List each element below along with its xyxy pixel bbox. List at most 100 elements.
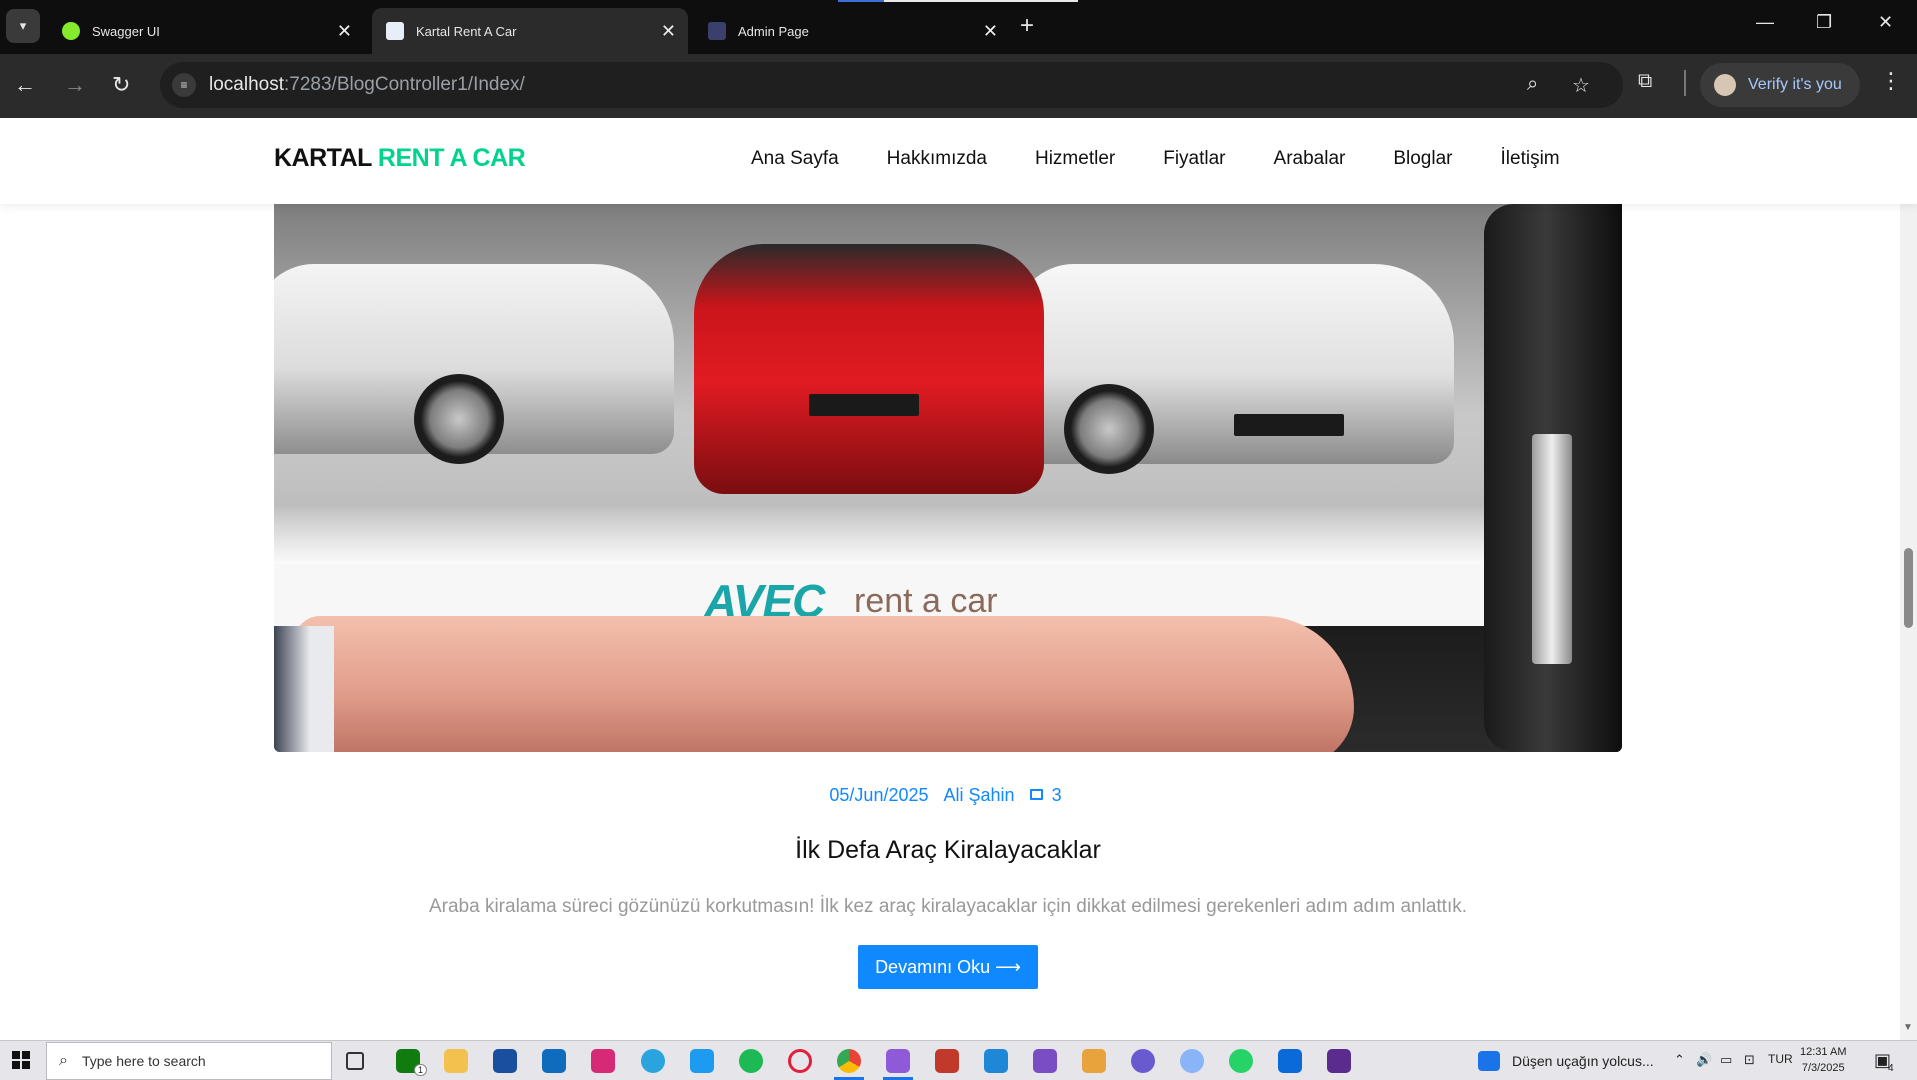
- site-info-icon[interactable]: ≡: [172, 73, 196, 97]
- xbox-badge: 1: [414, 1064, 428, 1076]
- browser-menu-kebab-icon[interactable]: ⋮: [1880, 68, 1902, 94]
- taskbar-search-box[interactable]: ⌕ Type here to search: [46, 1042, 332, 1080]
- visual-studio-2-icon[interactable]: [1033, 1049, 1057, 1073]
- blog-hero-image[interactable]: AVEC rent a car: [274, 204, 1622, 752]
- browser-tab-bar: ▾ Swagger UI ✕ Kartal Rent A Car ✕ Admin…: [0, 0, 1917, 54]
- taskbar-clock[interactable]: 12:31 AM 7/3/2025: [1800, 1044, 1846, 1076]
- admin-favicon-icon: [708, 22, 726, 40]
- white-sedan-left: [274, 264, 674, 464]
- tab-title: Kartal Rent A Car: [416, 23, 517, 39]
- spotify-icon[interactable]: [739, 1049, 763, 1073]
- restore-icon[interactable]: ❐: [1816, 12, 1832, 33]
- news-widget[interactable]: Düşen uçağın yolcus...: [1478, 1051, 1654, 1071]
- file-explorer-icon[interactable]: [444, 1049, 468, 1073]
- page-favicon-icon: [386, 22, 404, 40]
- post-author[interactable]: Ali Şahin: [944, 785, 1015, 805]
- twitter-icon[interactable]: [690, 1049, 714, 1073]
- new-tab-plus-icon[interactable]: +: [1020, 12, 1034, 40]
- windows-taskbar: ⌕ Type here to search 1 Düşen uçağın yol…: [0, 1040, 1917, 1080]
- nav-iletisim[interactable]: İletişim: [1501, 148, 1560, 170]
- language-indicator[interactable]: TUR: [1768, 1052, 1793, 1066]
- chrome-icon[interactable]: [837, 1049, 861, 1073]
- window-close-icon[interactable]: ✕: [1878, 12, 1893, 33]
- tab-admin-page[interactable]: Admin Page ✕: [694, 8, 1010, 54]
- scroll-down-arrow-icon[interactable]: ▼: [1903, 1022, 1913, 1033]
- post-meta: 05/Jun/2025 Ali Şahin 3: [0, 785, 1896, 806]
- volume-icon[interactable]: 🔊: [1696, 1052, 1712, 1068]
- task-view-icon[interactable]: [346, 1052, 364, 1070]
- sql-server-icon[interactable]: [935, 1049, 959, 1073]
- battery-icon[interactable]: ▭: [1720, 1052, 1732, 1068]
- address-bar[interactable]: ≡ localhost:7283/BlogController1/Index/ …: [160, 62, 1623, 108]
- nav-bloglar[interactable]: Bloglar: [1393, 148, 1452, 170]
- forward-arrow-icon[interactable]: →: [64, 72, 86, 98]
- vscode-icon[interactable]: [984, 1049, 1008, 1073]
- site-logo[interactable]: KARTAL RENT A CAR: [274, 144, 526, 173]
- minimize-icon[interactable]: —: [1756, 12, 1774, 33]
- post-excerpt: Araba kiralama süreci gözünüzü korkutmas…: [428, 896, 1468, 917]
- tab-kartal-rent-a-car[interactable]: Kartal Rent A Car ✕: [372, 8, 688, 54]
- nav-ana-sayfa[interactable]: Ana Sayfa: [751, 148, 839, 170]
- close-tab-icon[interactable]: ✕: [337, 21, 352, 42]
- browser-toolbar: ← → ↻ ≡ localhost:7283/BlogController1/I…: [0, 54, 1917, 118]
- tab-title: Admin Page: [738, 23, 809, 39]
- prime-video-icon[interactable]: [1278, 1049, 1302, 1073]
- read-more-button[interactable]: Devamını Oku ⟶: [858, 945, 1038, 989]
- url-text[interactable]: localhost:7283/BlogController1/Index/: [209, 74, 525, 96]
- logo-rent-a-car: RENT A CAR: [377, 144, 526, 172]
- close-tab-icon[interactable]: ✕: [983, 21, 998, 42]
- news-icon: [1478, 1051, 1500, 1071]
- opera-icon[interactable]: [788, 1049, 812, 1073]
- tab-loading-indicator: [838, 0, 1078, 2]
- instagram-icon[interactable]: [591, 1049, 615, 1073]
- windows-start-icon[interactable]: [12, 1051, 30, 1069]
- post-date[interactable]: 05/Jun/2025: [829, 785, 928, 805]
- verify-profile-button[interactable]: Verify it's you: [1700, 63, 1860, 107]
- main-nav: Ana Sayfa Hakkımızda Hizmetler Fiyatlar …: [751, 148, 1608, 170]
- extensions-puzzle-icon[interactable]: ⧉: [1638, 70, 1652, 93]
- tray-chevron-up-icon[interactable]: ⌃: [1674, 1052, 1685, 1068]
- scrollbar-thumb[interactable]: [1904, 548, 1913, 628]
- news-text: Düşen uçağın yolcus...: [1512, 1053, 1654, 1069]
- profile-avatar: [1714, 74, 1736, 96]
- outlook-icon[interactable]: [542, 1049, 566, 1073]
- paint-icon[interactable]: [1082, 1049, 1106, 1073]
- browser-alt-icon[interactable]: [1131, 1049, 1155, 1073]
- clock-time: 12:31 AM: [1800, 1046, 1847, 1058]
- comment-icon: [1029, 788, 1043, 800]
- white-sedan-right: [1014, 264, 1454, 474]
- terminal-icon[interactable]: [1327, 1049, 1351, 1073]
- whatsapp-icon[interactable]: [1229, 1049, 1253, 1073]
- search-icon: ⌕: [59, 1052, 68, 1069]
- nav-fiyatlar[interactable]: Fiyatlar: [1163, 148, 1225, 170]
- tab-title: Swagger UI: [92, 23, 160, 39]
- site-header: KARTAL RENT A CAR Ana Sayfa Hakkımızda H…: [0, 118, 1917, 204]
- notification-count: 4: [1888, 1063, 1894, 1074]
- bookmark-star-icon[interactable]: ☆: [1572, 73, 1590, 98]
- close-tab-icon[interactable]: ✕: [661, 21, 676, 42]
- network-icon[interactable]: ⊡: [1744, 1052, 1755, 1068]
- hand: [274, 616, 1622, 752]
- tab-swagger-ui[interactable]: Swagger UI ✕: [48, 8, 364, 54]
- visual-studio-icon[interactable]: [886, 1049, 910, 1073]
- tab-search-dropdown-icon[interactable]: ▾: [6, 9, 40, 43]
- zoom-icon[interactable]: ⌕: [1527, 73, 1538, 96]
- nav-hakkimizda[interactable]: Hakkımızda: [887, 148, 987, 170]
- swagger-favicon-icon: [62, 22, 80, 40]
- reload-icon[interactable]: ↻: [112, 72, 130, 98]
- r-app-icon[interactable]: [1180, 1049, 1204, 1073]
- telegram-icon[interactable]: [641, 1049, 665, 1073]
- clock-date: 7/3/2025: [1801, 1062, 1845, 1074]
- microsoft-store-icon[interactable]: [493, 1049, 517, 1073]
- page-scrollbar[interactable]: ▲ ▼: [1900, 118, 1917, 1040]
- post-comments[interactable]: 3: [1029, 785, 1067, 805]
- verify-label: Verify it's you: [1748, 76, 1842, 93]
- back-arrow-icon[interactable]: ←: [14, 72, 36, 98]
- post-title[interactable]: İlk Defa Araç Kiralayacaklar: [0, 836, 1896, 865]
- toolbar-separator: [1684, 70, 1686, 96]
- nav-arabalar[interactable]: Arabalar: [1274, 148, 1346, 170]
- logo-kartal: KARTAL: [274, 144, 372, 172]
- search-placeholder: Type here to search: [81, 1053, 206, 1069]
- red-hatchback: [694, 244, 1044, 494]
- nav-hizmetler[interactable]: Hizmetler: [1035, 148, 1115, 170]
